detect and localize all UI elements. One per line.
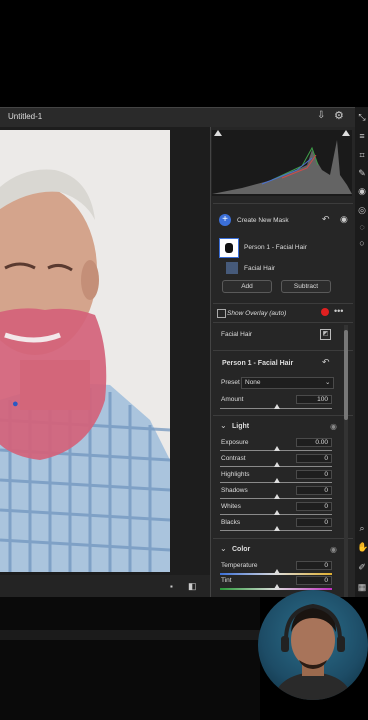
lower-dark-area [0, 597, 260, 720]
color-slider-thumb[interactable] [274, 584, 280, 589]
light-row-label: Highlights [221, 471, 250, 478]
light-row-value[interactable]: 0 [296, 454, 332, 463]
light-slider-thumb[interactable] [274, 446, 280, 451]
mask-item-label[interactable]: Facial Hair [244, 265, 275, 272]
reset-icon[interactable]: ↶ [322, 357, 330, 368]
title-bar [0, 107, 368, 128]
heal-tool-icon[interactable]: ✎ [357, 168, 367, 178]
presets-tool-icon[interactable]: ◌ [357, 222, 367, 232]
top-black-band [0, 0, 368, 107]
color-row-value[interactable]: 0 [296, 576, 332, 585]
invert-mask-icon[interactable]: ◩ [320, 329, 331, 340]
light-row-label: Whites [221, 503, 241, 510]
hand-tool-icon[interactable]: ✋ [357, 542, 368, 552]
light-visibility-icon[interactable]: ◉ [330, 422, 337, 431]
more-options-icon[interactable]: ••• [334, 306, 343, 316]
undo-mask-icon[interactable]: ↶ [322, 214, 330, 225]
crop-tool-icon[interactable]: ⌗ [357, 150, 367, 160]
light-slider-thumb[interactable] [274, 478, 280, 483]
mask-group-thumbnail[interactable] [219, 238, 239, 258]
color-row-label: Tint [221, 577, 232, 584]
light-row-value[interactable]: 0 [296, 502, 332, 511]
more-tool-icon[interactable]: ○ [357, 238, 367, 248]
brush-tool-icon[interactable]: ✐ [357, 562, 367, 572]
divider [213, 303, 353, 304]
document-title[interactable]: Untitled-1 [8, 112, 42, 121]
portrait-image [0, 130, 170, 572]
mask-item-thumbnail[interactable] [226, 262, 238, 274]
export-icon[interactable]: ⇩ [317, 110, 329, 122]
light-row-label: Contrast [221, 455, 246, 462]
divider [213, 322, 353, 323]
preset-label: Preset [221, 379, 240, 386]
light-row-value[interactable]: 0 [296, 486, 332, 495]
histogram [212, 130, 352, 196]
amount-label: Amount [221, 396, 244, 403]
light-row-value[interactable]: 0.00 [296, 438, 332, 447]
light-slider-thumb[interactable] [274, 494, 280, 499]
divider [213, 538, 353, 539]
webcam-overlay [258, 590, 368, 700]
divider [213, 415, 353, 416]
overlay-color-swatch[interactable] [321, 308, 329, 316]
show-overlay-checkbox[interactable] [217, 309, 226, 318]
amount-slider-thumb[interactable] [274, 404, 280, 409]
divider [213, 350, 353, 351]
add-button[interactable]: Add [222, 280, 272, 293]
photo-canvas[interactable]: ● [0, 130, 170, 572]
show-overlay-label[interactable]: Show Overlay (auto) [227, 310, 286, 317]
light-row-value[interactable]: 0 [296, 470, 332, 479]
color-visibility-icon[interactable]: ◉ [330, 545, 337, 554]
chevron-down-icon[interactable]: ⌄ [220, 544, 227, 553]
grid-tool-icon[interactable]: ▦ [357, 582, 367, 592]
mask-group-label[interactable]: Person 1 - Facial Hair [244, 244, 307, 251]
light-row-label: Blacks [221, 519, 241, 526]
light-row-label: Exposure [221, 439, 249, 446]
light-row-label: Shadows [221, 487, 248, 494]
compare-view-icon[interactable]: ◧ [188, 581, 197, 592]
light-slider-thumb[interactable] [274, 462, 280, 467]
create-new-mask-label[interactable]: Create New Mask [237, 217, 289, 224]
divider [213, 203, 353, 204]
amount-value[interactable]: 100 [296, 395, 332, 404]
status-strip [0, 630, 260, 640]
mask-header-label: Facial Hair [221, 331, 253, 338]
zoom-tool-icon[interactable]: ⌕ [357, 523, 367, 533]
person-pin-icon[interactable]: ● [12, 398, 19, 410]
create-mask-plus-icon[interactable]: + [219, 214, 231, 226]
light-slider-thumb[interactable] [274, 510, 280, 515]
light-slider-thumb[interactable] [274, 526, 280, 531]
adjust-title: Person 1 - Facial Hair [222, 360, 294, 367]
light-section-title[interactable]: Light [232, 423, 249, 430]
mask-tool-icon[interactable]: ◉ [357, 186, 367, 196]
color-row-label: Temperature [221, 562, 258, 569]
color-row-value[interactable]: 0 [296, 561, 332, 570]
preset-select[interactable]: None ⌄ [241, 377, 334, 389]
redeye-tool-icon[interactable]: ◎ [357, 205, 367, 215]
gear-icon[interactable]: ⚙ [334, 109, 344, 122]
color-section-title[interactable]: Color [232, 546, 250, 553]
eye-icon[interactable]: ◉ [340, 214, 348, 225]
panel-scroll-thumb[interactable] [344, 330, 348, 420]
edit-tool-icon[interactable]: ⤡ [357, 112, 367, 122]
fit-view-icon[interactable]: ▪ [170, 582, 173, 591]
light-row-value[interactable]: 0 [296, 518, 332, 527]
adjust-tool-icon[interactable]: ≡ [357, 131, 367, 141]
subtract-button[interactable]: Subtract [281, 280, 331, 293]
canvas-bottom-bar [0, 575, 210, 597]
color-slider-thumb[interactable] [274, 569, 280, 574]
chevron-down-icon[interactable]: ⌄ [220, 421, 227, 430]
